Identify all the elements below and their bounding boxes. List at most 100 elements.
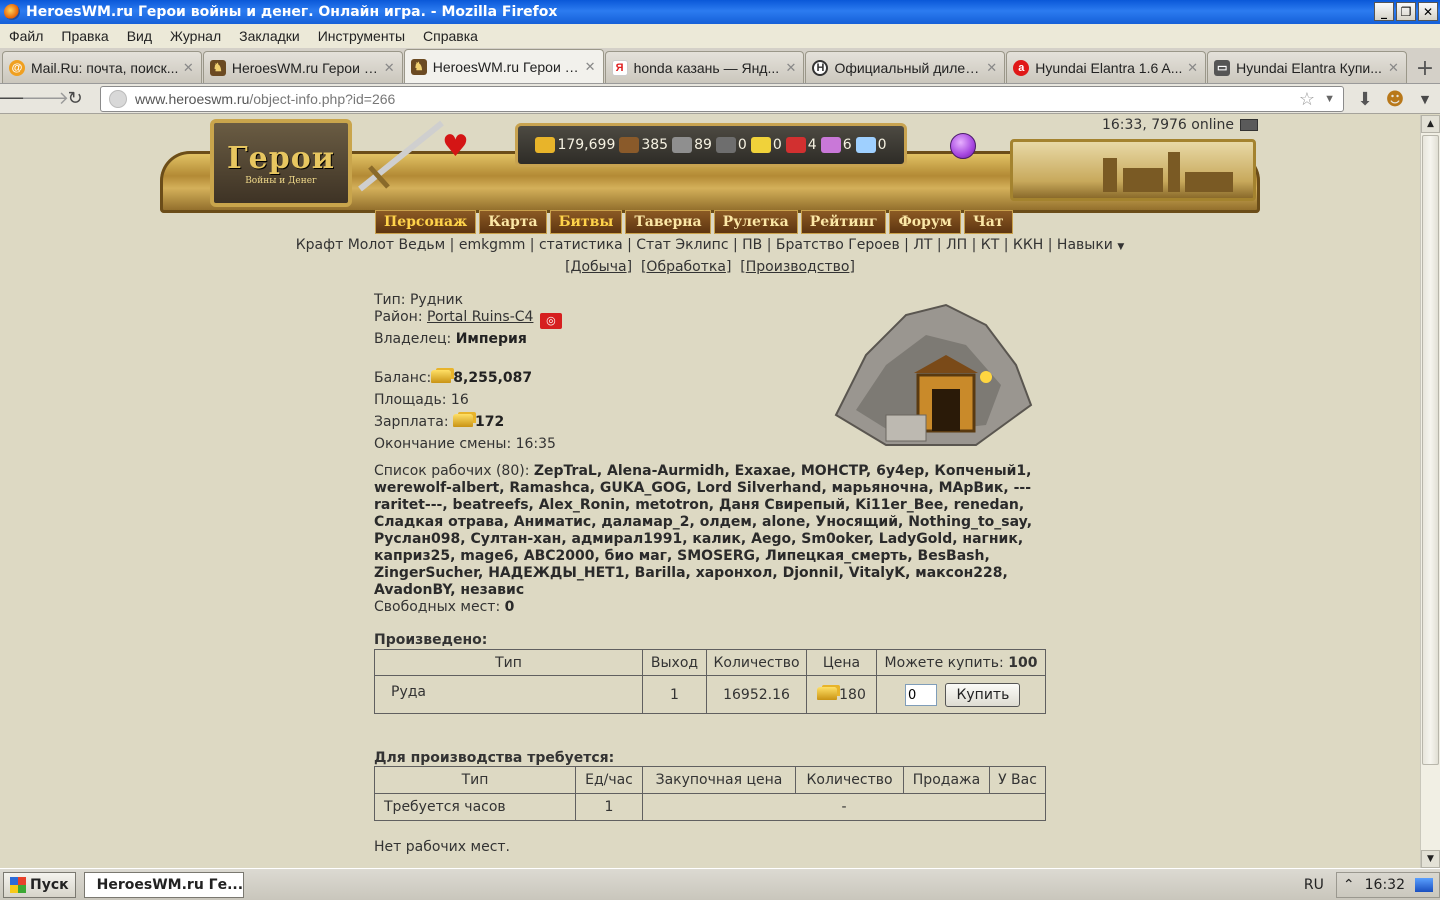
reload-button[interactable]: ↻ bbox=[60, 86, 90, 112]
downloads-icon[interactable]: ⬇ bbox=[1350, 86, 1380, 112]
page-scrollbar[interactable]: ▲ ▼ bbox=[1420, 115, 1440, 868]
table-header-row: Тип Ед/час Закупочная цена Количество Пр… bbox=[374, 766, 1046, 794]
tab-heroes-1[interactable]: ♞ HeroesWM.ru Герои в... ✕ bbox=[202, 51, 403, 83]
col-type: Тип bbox=[374, 766, 576, 794]
menu-forum[interactable]: Форум bbox=[889, 210, 961, 234]
quick-links: Крафт Молот Ведьм | emkgmm | статистика … bbox=[295, 237, 1125, 253]
tray-area: ⌃ 16:32 bbox=[1335, 872, 1440, 898]
close-button[interactable]: ✕ bbox=[1418, 2, 1438, 21]
server-clock: 16:33, 7976 online bbox=[1102, 117, 1258, 133]
col-sale: Продажа bbox=[903, 766, 990, 794]
maximize-button[interactable]: ❐ bbox=[1396, 2, 1416, 21]
health-heart-icon: ♥ bbox=[442, 129, 469, 164]
link-emkgmm[interactable]: emkgmm bbox=[459, 237, 526, 253]
tab-close-icon[interactable]: ✕ bbox=[1388, 60, 1400, 76]
menu-rating[interactable]: Рейтинг bbox=[800, 210, 887, 234]
menu-tools[interactable]: Инструменты bbox=[309, 28, 414, 44]
link-skills[interactable]: Навыки bbox=[1057, 237, 1113, 253]
menu-help[interactable]: Справка bbox=[414, 28, 487, 44]
menu-edit[interactable]: Правка bbox=[52, 28, 117, 44]
tab-close-icon[interactable]: ✕ bbox=[585, 59, 597, 75]
col-type: Тип bbox=[374, 649, 643, 676]
link-kt[interactable]: КТ bbox=[981, 237, 1000, 253]
site-identity-icon[interactable] bbox=[109, 90, 127, 108]
menu-view[interactable]: Вид bbox=[118, 28, 161, 44]
addon-icon[interactable]: ☻ bbox=[1380, 86, 1410, 112]
resource-crystal: 4 bbox=[785, 137, 817, 153]
buy-quantity-input[interactable] bbox=[905, 684, 937, 706]
taskbar: Пуск HeroesWM.ru Ге... RU ⌃ 16:32 bbox=[0, 868, 1440, 900]
address-bar[interactable]: www.heroeswm.ru/object-info.php?id=266 ☆… bbox=[100, 86, 1344, 112]
tab-production[interactable]: Производство bbox=[746, 259, 850, 275]
scroll-up-icon[interactable]: ▲ bbox=[1421, 115, 1440, 133]
tab-autoru[interactable]: a Hyundai Elantra 1.6 A... ✕ bbox=[1006, 51, 1207, 83]
tab-label: honda казань — Янд... bbox=[633, 59, 780, 76]
tab-mailru[interactable]: @ Mail.Ru: почта, поиск... ✕ bbox=[2, 51, 202, 83]
gems-icon bbox=[820, 137, 841, 153]
resource-ore-value: 89 bbox=[694, 137, 712, 153]
game-logo[interactable]: Герои Войны и Денег bbox=[210, 119, 352, 207]
menu-history[interactable]: Журнал bbox=[161, 28, 230, 44]
resource-crystal-value: 4 bbox=[807, 137, 817, 153]
menu-roulette[interactable]: Рулетка bbox=[713, 210, 798, 234]
bookmark-star-icon[interactable]: ☆ bbox=[1299, 89, 1315, 110]
map-target-icon[interactable]: ◎ bbox=[539, 313, 562, 329]
start-label: Пуск bbox=[30, 876, 69, 893]
menu-dropdown-icon[interactable]: ▼ bbox=[1410, 86, 1440, 112]
sulfur-icon bbox=[750, 137, 771, 153]
menu-chat[interactable]: Чат bbox=[963, 210, 1013, 234]
district-link[interactable]: Portal Ruins-C4 bbox=[427, 309, 533, 325]
new-tab-button[interactable]: + bbox=[1410, 53, 1440, 83]
menu-map[interactable]: Карта bbox=[479, 210, 547, 234]
minimize-button[interactable]: _ bbox=[1374, 2, 1394, 21]
tab-close-icon[interactable]: ✕ bbox=[384, 60, 396, 76]
type-label: Тип: bbox=[374, 292, 406, 308]
tray-expand-icon[interactable]: ⌃ bbox=[1343, 877, 1355, 893]
tab-close-icon[interactable]: ✕ bbox=[1187, 60, 1199, 76]
tab-close-icon[interactable]: ✕ bbox=[183, 60, 195, 76]
link-brotherhood[interactable]: Братство Героев bbox=[776, 237, 900, 253]
mail-icon[interactable] bbox=[1240, 119, 1258, 131]
tab-processing[interactable]: Обработка bbox=[646, 259, 726, 275]
wood-icon bbox=[619, 137, 640, 153]
menu-character[interactable]: Персонаж bbox=[375, 210, 477, 234]
ore-icon bbox=[672, 137, 693, 153]
resource-diamonds-value: 0 bbox=[877, 137, 887, 153]
scroll-down-icon[interactable]: ▼ bbox=[1421, 850, 1440, 868]
tab-close-icon[interactable]: ✕ bbox=[986, 60, 998, 76]
link-lt[interactable]: ЛТ bbox=[913, 237, 932, 253]
link-statistics[interactable]: статистика bbox=[539, 237, 623, 253]
url-host: www.heroeswm.ru bbox=[135, 91, 250, 107]
chevron-down-icon[interactable]: ▼ bbox=[1117, 242, 1124, 252]
link-lp[interactable]: ЛП bbox=[946, 237, 967, 253]
url-path: /object-info.php?id=266 bbox=[249, 91, 396, 107]
tab-yandex[interactable]: Я honda казань — Янд... ✕ bbox=[604, 51, 805, 83]
forward-button[interactable]: 🡒 bbox=[21, 86, 69, 112]
buy-button[interactable]: Купить bbox=[945, 682, 1021, 707]
taskbar-firefox-item[interactable]: HeroesWM.ru Ге... bbox=[83, 871, 244, 898]
link-pv[interactable]: ПВ bbox=[742, 237, 762, 253]
gold-icon bbox=[535, 137, 556, 153]
url-dropdown-icon[interactable]: ▼ bbox=[1324, 93, 1335, 105]
object-subtabs: [Добыча] [Обработка] [Производство] bbox=[565, 259, 855, 275]
link-craft[interactable]: Крафт Молот Ведьм bbox=[296, 237, 445, 253]
mailru-icon: @ bbox=[9, 59, 25, 76]
tab-elantra[interactable]: ▭ Hyundai Elantra Купи... ✕ bbox=[1207, 51, 1408, 83]
language-indicator[interactable]: RU bbox=[1304, 877, 1324, 893]
resource-sulfur: 0 bbox=[750, 137, 782, 153]
tab-close-icon[interactable]: ✕ bbox=[785, 60, 797, 76]
tab-dealer[interactable]: H Официальный дилер... ✕ bbox=[805, 51, 1006, 83]
salary-label: Зарплата: bbox=[374, 414, 449, 430]
menu-tavern[interactable]: Таверна bbox=[625, 210, 711, 234]
tab-heroes-2[interactable]: ♞ HeroesWM.ru Герои в... ✕ bbox=[403, 49, 604, 83]
menu-file[interactable]: Файл bbox=[0, 28, 52, 44]
link-eclipse-stats[interactable]: Стат Эклипс bbox=[636, 237, 728, 253]
scroll-thumb[interactable] bbox=[1422, 135, 1439, 765]
show-desktop-icon[interactable] bbox=[1415, 878, 1433, 892]
menu-battles[interactable]: Битвы bbox=[549, 210, 623, 234]
menu-bookmarks[interactable]: Закладки bbox=[230, 28, 309, 44]
area-value: 16 bbox=[450, 392, 469, 408]
link-kkn[interactable]: ККН bbox=[1013, 237, 1043, 253]
tab-mining[interactable]: Добыча bbox=[571, 259, 627, 275]
start-button[interactable]: Пуск bbox=[3, 871, 76, 898]
